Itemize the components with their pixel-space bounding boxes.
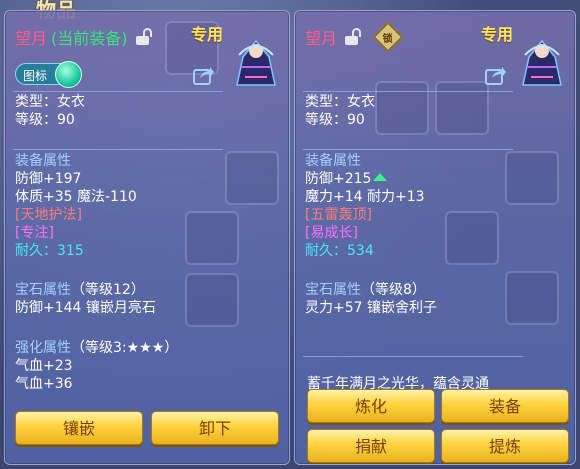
exclusive-label: 专用	[481, 25, 514, 44]
attribute-line: 体质+35 魔法-110	[15, 189, 137, 205]
durability: 耐久：534	[305, 242, 374, 260]
enhance-level: （等级3:★★★）	[71, 340, 179, 356]
gem-attributes: 宝石属性（等级8）	[305, 281, 426, 299]
durability-label: 耐久：	[15, 243, 57, 259]
unlock-icon[interactable]	[135, 28, 152, 46]
gem-attributes: 宝石属性（等级12）	[15, 281, 145, 299]
gem-line: 防御+144 镶嵌月亮石	[15, 300, 156, 316]
durability-value: 315	[57, 243, 84, 259]
durability-value: 534	[347, 243, 374, 259]
item-name-row: 望月 锁	[305, 21, 404, 53]
extract-button[interactable]: 提炼	[441, 429, 569, 463]
icon-toggle-label: 图标	[23, 69, 48, 83]
defense-value: 防御+215	[305, 171, 372, 187]
item-level: 等级：90	[15, 112, 75, 128]
divider	[13, 91, 223, 92]
gem-attributes-header: 宝石属性	[15, 282, 71, 298]
special-effect: [五雷轰顶]	[305, 207, 372, 223]
attribute-line: 魔力+14 耐力+13	[305, 189, 425, 205]
item-level: 等级：90	[305, 112, 365, 128]
attribute-line: 防御+215	[305, 170, 388, 188]
special-skill: [易成长]	[305, 225, 358, 241]
item-name: 望月	[305, 29, 338, 48]
enhance-line: 气血+36	[15, 376, 73, 392]
share-icon[interactable]	[485, 65, 507, 85]
gem-line: 灵力+57 镶嵌舍利子	[305, 300, 437, 316]
icon-toggle[interactable]: 图标	[15, 61, 82, 88]
special-effect: [天地护法]	[15, 207, 82, 223]
toggle-knob	[55, 61, 82, 88]
exclusive-label: 专用	[191, 25, 224, 44]
compare-item-tooltip: 望月 锁 专用 类型：女衣 等级：90 装备属性 防御+215 魔力+14 耐力…	[294, 10, 576, 465]
attribute-line: 防御+197	[15, 171, 82, 187]
bind-badge-icon: 锁	[372, 21, 404, 53]
character-portrait-icon	[522, 39, 562, 86]
inlay-button[interactable]: 镶嵌	[15, 411, 143, 445]
enhance-attributes: 强化属性（等级3:★★★）	[15, 339, 178, 357]
character-portrait-icon	[236, 39, 276, 86]
item-type: 类型：女衣	[15, 94, 85, 110]
durability: 耐久：315	[15, 242, 84, 260]
equipped-tag: (当前装备)	[51, 29, 128, 48]
gem-attributes-header: 宝石属性	[305, 282, 361, 298]
refine-button[interactable]: 炼化	[307, 389, 435, 423]
enhance-attributes-header: 强化属性	[15, 340, 71, 356]
share-icon[interactable]	[193, 65, 215, 85]
equipped-item-tooltip: 望月 (当前装备) 专用 图标 类型：女衣 等级：90 装备属性 防御+197 …	[4, 10, 290, 465]
gem-level: （等级8）	[361, 282, 426, 298]
gem-level: （等级12）	[71, 282, 145, 298]
divider	[303, 149, 513, 150]
special-skill: [专注]	[15, 225, 54, 241]
enhance-line: 气血+23	[15, 358, 73, 374]
increase-arrow-icon	[373, 173, 388, 181]
equipment-attributes-header: 装备属性	[15, 153, 71, 169]
item-name: 望月	[15, 29, 48, 48]
unlock-icon[interactable]	[345, 28, 362, 46]
item-type: 类型：女衣	[305, 94, 375, 110]
divider	[303, 91, 513, 92]
donate-button[interactable]: 捐献	[307, 429, 435, 463]
equipment-attributes-header: 装备属性	[305, 153, 361, 169]
item-name-row: 望月 (当前装备)	[15, 25, 152, 49]
unequip-button[interactable]: 卸下	[151, 411, 279, 445]
durability-label: 耐久：	[305, 243, 347, 259]
equip-button[interactable]: 装备	[441, 389, 569, 423]
divider	[13, 149, 223, 150]
divider	[303, 356, 523, 357]
